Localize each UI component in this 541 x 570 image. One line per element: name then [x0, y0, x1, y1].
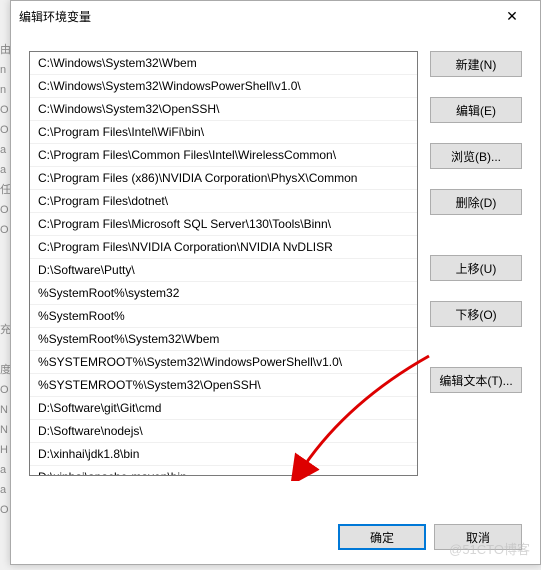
list-item[interactable]: D:\Software\nodejs\: [30, 420, 417, 443]
dialog-content: C:\Windows\System32\Wbem C:\Windows\Syst…: [11, 31, 540, 486]
browse-button[interactable]: 浏览(B)...: [430, 143, 522, 169]
cancel-button[interactable]: 取消: [434, 524, 522, 550]
move-down-button[interactable]: 下移(O): [430, 301, 522, 327]
ok-button[interactable]: 确定: [338, 524, 426, 550]
list-item[interactable]: C:\Program Files\dotnet\: [30, 190, 417, 213]
list-item[interactable]: D:\xinhai\jdk1.8\bin: [30, 443, 417, 466]
edit-button[interactable]: 编辑(E): [430, 97, 522, 123]
list-item[interactable]: %SYSTEMROOT%\System32\OpenSSH\: [30, 374, 417, 397]
path-listbox[interactable]: C:\Windows\System32\Wbem C:\Windows\Syst…: [29, 51, 418, 476]
dialog-title: 编辑环境变量: [19, 8, 492, 25]
list-item[interactable]: C:\Program Files (x86)\NVIDIA Corporatio…: [30, 167, 417, 190]
list-item[interactable]: C:\Windows\System32\WindowsPowerShell\v1…: [30, 75, 417, 98]
list-item[interactable]: C:\Program Files\Common Files\Intel\Wire…: [30, 144, 417, 167]
edit-env-dialog: 编辑环境变量 ✕ C:\Windows\System32\Wbem C:\Win…: [10, 0, 541, 565]
list-item[interactable]: %SystemRoot%\system32: [30, 282, 417, 305]
close-button[interactable]: ✕: [492, 2, 532, 30]
list-item[interactable]: C:\Windows\System32\Wbem: [30, 52, 417, 75]
move-up-button[interactable]: 上移(U): [430, 255, 522, 281]
titlebar: 编辑环境变量 ✕: [11, 1, 540, 31]
edit-text-button[interactable]: 编辑文本(T)...: [430, 367, 522, 393]
side-buttons: 新建(N) 编辑(E) 浏览(B)... 删除(D) 上移(U) 下移(O) 编…: [430, 51, 522, 476]
list-container: C:\Windows\System32\Wbem C:\Windows\Syst…: [29, 51, 418, 476]
list-item[interactable]: %SystemRoot%: [30, 305, 417, 328]
list-item[interactable]: C:\Program Files\Intel\WiFi\bin\: [30, 121, 417, 144]
list-item[interactable]: D:\Software\git\Git\cmd: [30, 397, 417, 420]
list-item[interactable]: %SystemRoot%\System32\Wbem: [30, 328, 417, 351]
delete-button[interactable]: 删除(D): [430, 189, 522, 215]
new-button[interactable]: 新建(N): [430, 51, 522, 77]
dialog-footer: 确定 取消: [338, 524, 522, 550]
list-item[interactable]: C:\Program Files\NVIDIA Corporation\NVID…: [30, 236, 417, 259]
close-icon: ✕: [506, 8, 518, 25]
list-item[interactable]: D:\xinhai\apache-maven\bin: [30, 466, 417, 476]
background-cropped-text: 由nnOOaa任OO充度ONNHaaO: [0, 0, 10, 570]
list-item[interactable]: %SYSTEMROOT%\System32\WindowsPowerShell\…: [30, 351, 417, 374]
list-item[interactable]: C:\Program Files\Microsoft SQL Server\13…: [30, 213, 417, 236]
list-item[interactable]: D:\Software\Putty\: [30, 259, 417, 282]
list-item[interactable]: C:\Windows\System32\OpenSSH\: [30, 98, 417, 121]
